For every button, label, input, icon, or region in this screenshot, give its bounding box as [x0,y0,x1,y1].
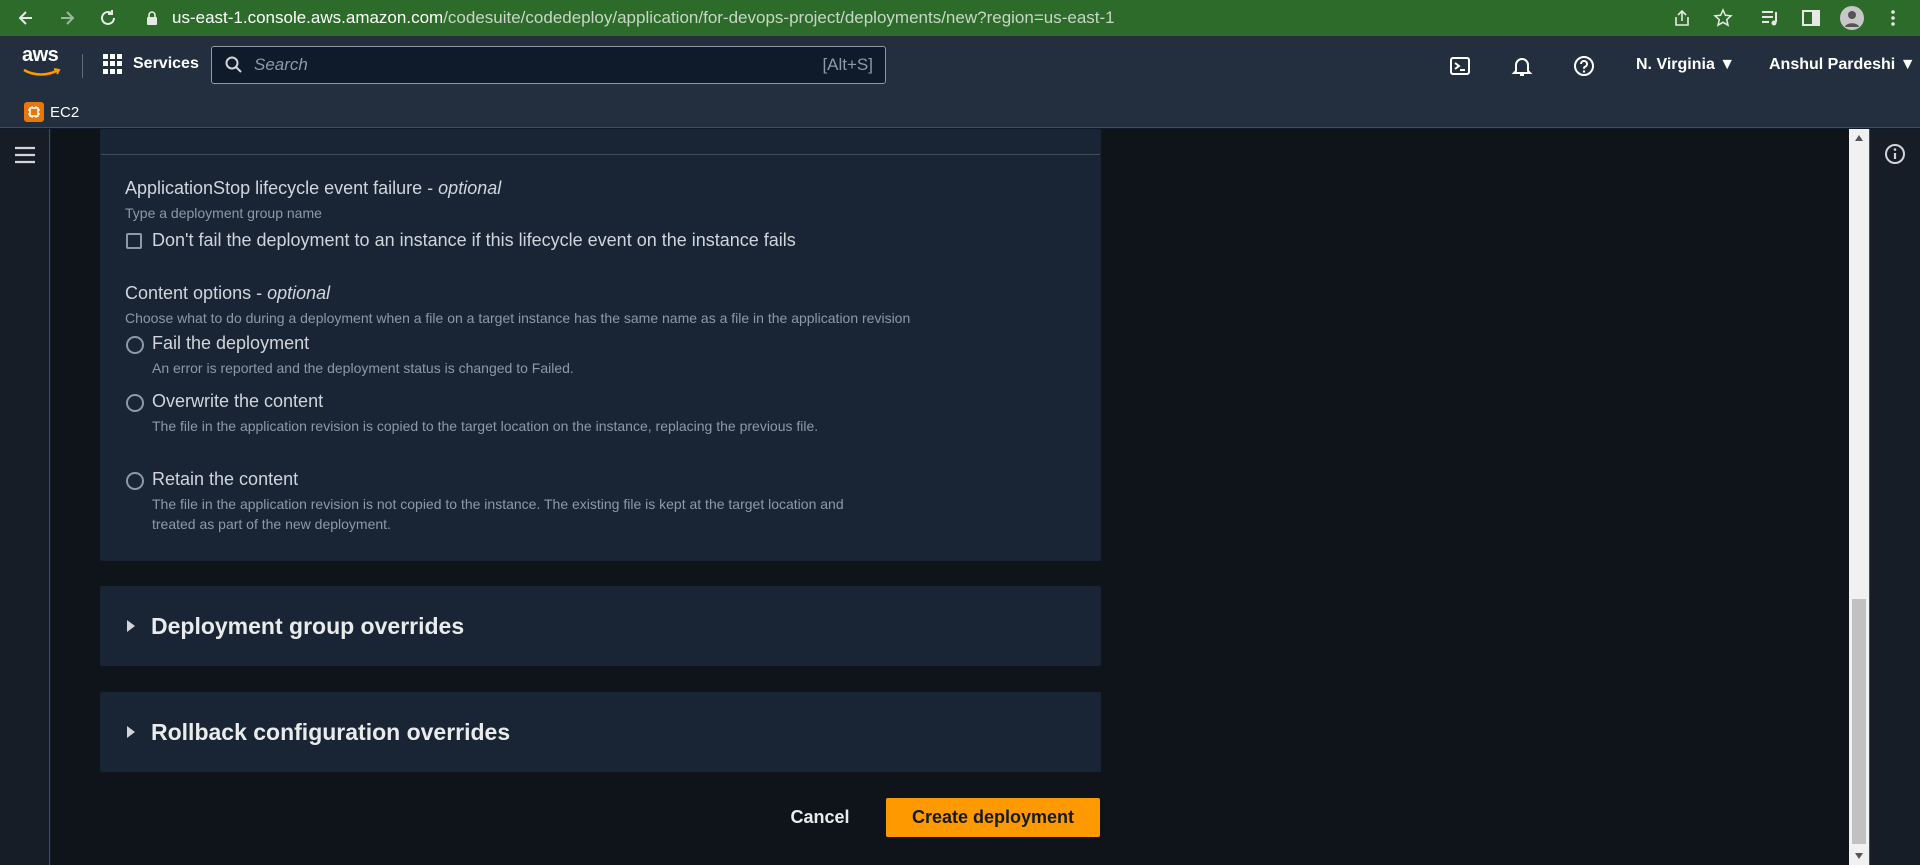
radio-fail-deployment[interactable] [126,336,144,354]
nav-divider [82,54,83,78]
profile-avatar[interactable] [1839,5,1865,31]
share-icon[interactable] [1669,5,1695,31]
star-icon[interactable] [1710,5,1736,31]
app-stop-label: ApplicationStop lifecycle event failure … [125,178,502,198]
search-shortcut: [Alt+S] [822,55,873,74]
account-menu[interactable]: Anshul Pardeshi ▼ [1769,56,1916,74]
left-navigation-rail [0,129,50,865]
radio-retain-content-label[interactable]: Retain the content [152,469,298,490]
notifications-icon[interactable] [1510,54,1534,78]
radio-overwrite-content-description: The file in the application revision is … [152,418,819,434]
search-icon [225,56,242,73]
url-host: us-east-1.console.aws.amazon.com [172,8,444,27]
optional-tag: optional [438,178,502,198]
search-placeholder: Search [254,55,308,74]
lock-icon [147,11,157,25]
region-selector[interactable]: N. Virginia ▼ [1636,56,1735,74]
services-menu-button[interactable]: Services [103,54,199,74]
hamburger-menu-icon[interactable] [13,145,37,165]
back-icon[interactable] [13,5,39,31]
scroll-down-arrow[interactable] [1855,853,1863,859]
radio-retain-content-description: The file in the application revision is … [152,496,844,532]
right-help-rail [1869,129,1920,865]
info-icon[interactable] [1884,143,1906,165]
content-options-label: Content options - optional [125,283,331,303]
search-input[interactable]: Search [Alt+S] [211,46,886,84]
radio-overwrite-content[interactable] [126,394,144,412]
rollback-overrides-section[interactable]: Rollback configuration overrides [100,692,1101,772]
aws-logo-text: aws [22,44,59,66]
reload-icon[interactable] [95,5,121,31]
radio-retain-content[interactable] [126,472,144,490]
sidepanel-icon[interactable] [1798,5,1824,31]
app-stop-description: Type a deployment group name [125,205,322,221]
cancel-button[interactable]: Cancel [780,798,860,836]
forward-icon[interactable] [54,5,80,31]
ignore-app-stop-failure-checkbox[interactable] [126,233,142,249]
caret-right-icon [127,620,135,632]
ignore-app-stop-failure-label[interactable]: Don't fail the deployment to an instance… [152,230,796,251]
grid-icon [103,54,123,74]
ec2-icon [24,102,44,122]
content-options-description: Choose what to do during a deployment wh… [125,310,911,326]
deployment-settings-panel: ApplicationStop lifecycle event failure … [100,155,1101,561]
aws-top-navigation: aws Services Search [Alt+S] N. Virginia … [0,36,1920,96]
panel-header-strip [100,129,1101,155]
cloudshell-icon[interactable] [1448,54,1472,78]
browser-toolbar: us-east-1.console.aws.amazon.com/codesui… [0,0,1920,36]
rollback-overrides-title: Rollback configuration overrides [151,718,511,745]
optional-tag: optional [267,283,331,303]
help-icon[interactable] [1572,54,1596,78]
favorite-ec2[interactable]: EC2 [24,102,79,122]
scroll-thumb[interactable] [1852,599,1866,844]
url-path: /codesuite/codedeploy/application/for-de… [443,8,1115,27]
radio-fail-deployment-label[interactable]: Fail the deployment [152,333,309,354]
deployment-group-overrides-title: Deployment group overrides [151,612,465,639]
aws-smile-icon [23,68,61,76]
radio-fail-deployment-description: An error is reported and the deployment … [152,360,574,376]
kebab-menu-icon[interactable] [1880,5,1906,31]
favorites-bar: EC2 [0,96,1920,128]
media-icon[interactable] [1757,5,1783,31]
services-label: Services [133,55,199,72]
address-bar[interactable]: us-east-1.console.aws.amazon.com/codesui… [134,3,1714,33]
scroll-up-arrow[interactable] [1855,135,1863,141]
create-deployment-button[interactable]: Create deployment [886,798,1100,837]
ec2-label: EC2 [50,103,80,121]
radio-overwrite-content-label[interactable]: Overwrite the content [152,391,323,412]
caret-right-icon [127,726,135,738]
deployment-group-overrides-section[interactable]: Deployment group overrides [100,586,1101,666]
page-scrollbar[interactable] [1849,129,1869,865]
